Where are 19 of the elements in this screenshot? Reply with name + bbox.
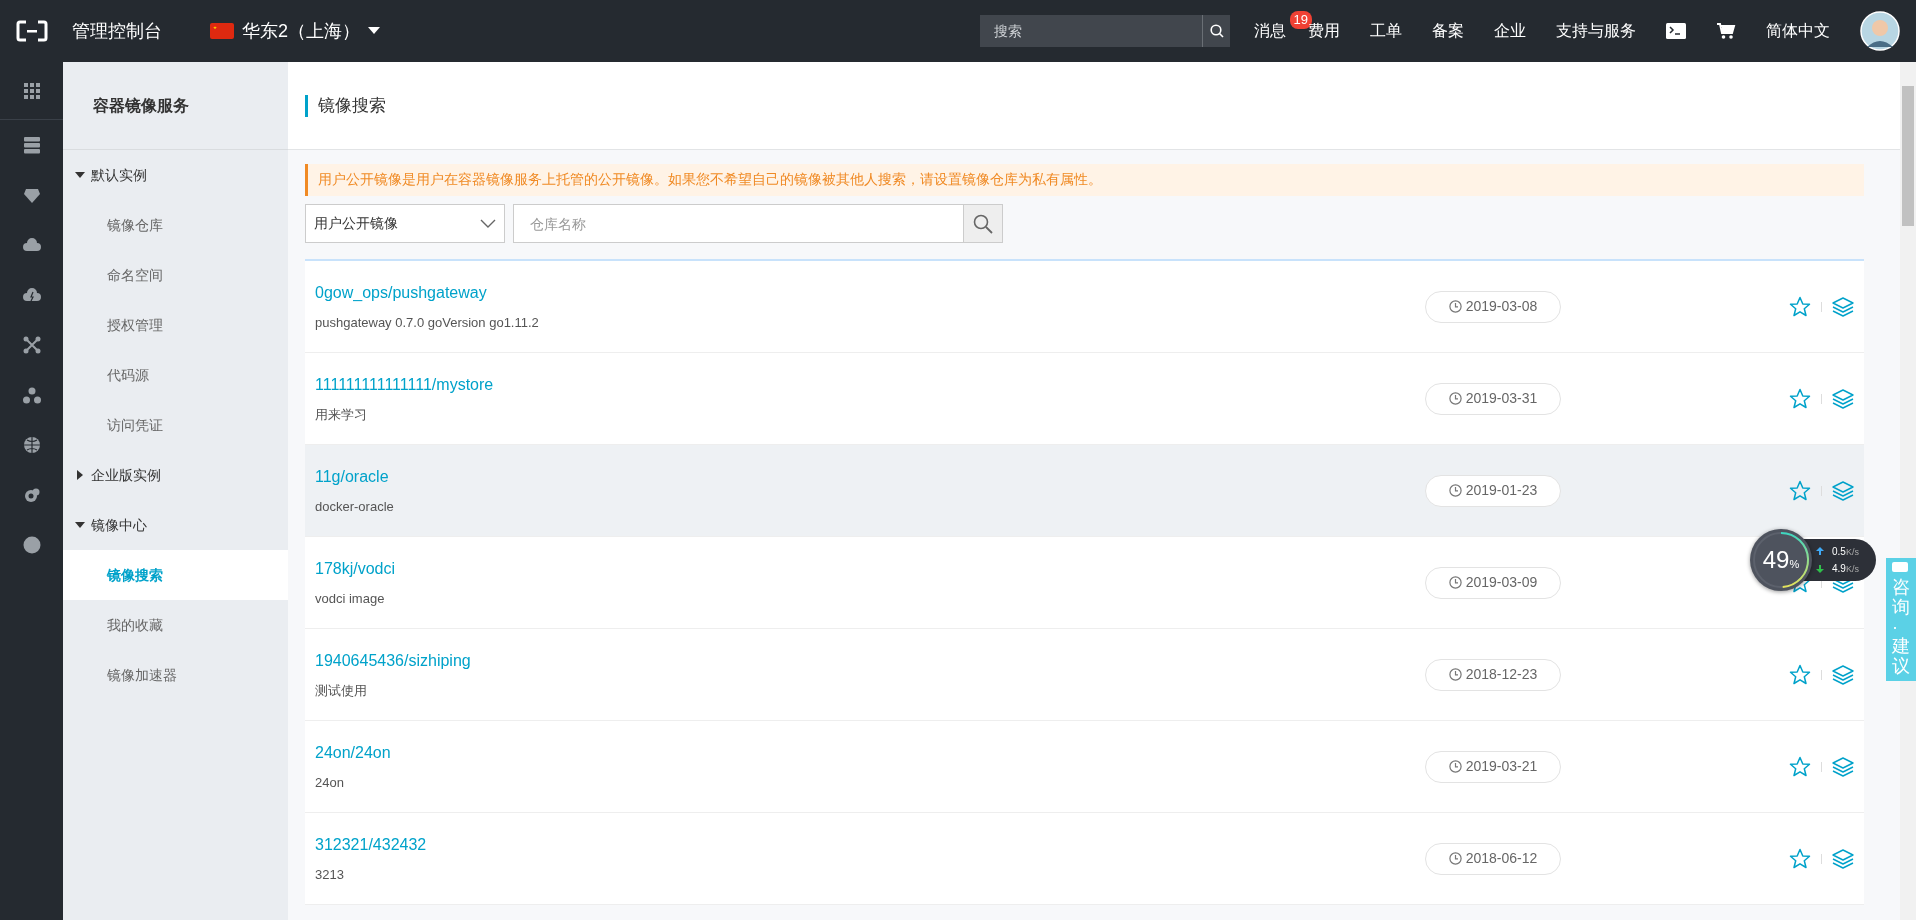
date-tag: 2019-03-21 xyxy=(1425,750,1561,783)
date-tag: 2019-03-08 xyxy=(1425,290,1561,323)
date-tag: 2019-01-23 xyxy=(1425,474,1561,507)
page-title: 镜像搜索 xyxy=(305,94,386,117)
repository-description: 24on xyxy=(315,774,345,792)
download-speed: 4.9K/s xyxy=(1832,562,1859,576)
repository-description: 3213 xyxy=(315,866,345,884)
upload-speed: 0.5K/s xyxy=(1832,544,1859,559)
date-tag: 2018-06-12 xyxy=(1425,842,1561,875)
repository-description: 测试使用 xyxy=(315,682,368,700)
date-tag: 2018-12-23 xyxy=(1425,658,1561,691)
date-tag: 2019-03-31 xyxy=(1425,382,1561,415)
repository-description: docker-oracle xyxy=(315,498,395,516)
repository-description: 用来学习 xyxy=(315,406,368,424)
repository-description: pushgateway 0.7.0 goVersion go1.11.2 xyxy=(315,314,540,332)
date-tag: 2019-03-09 xyxy=(1425,566,1561,599)
notice-banner: 用户公开镜像是用户在容器镜像服务上托管的公开镜像。如果您不希望自己的镜像被其他人搜索，请设置镜像仓库为私有属性。 xyxy=(305,164,1864,197)
percent-label: 49% xyxy=(1762,545,1800,575)
repository-description: vodci image xyxy=(315,590,386,608)
